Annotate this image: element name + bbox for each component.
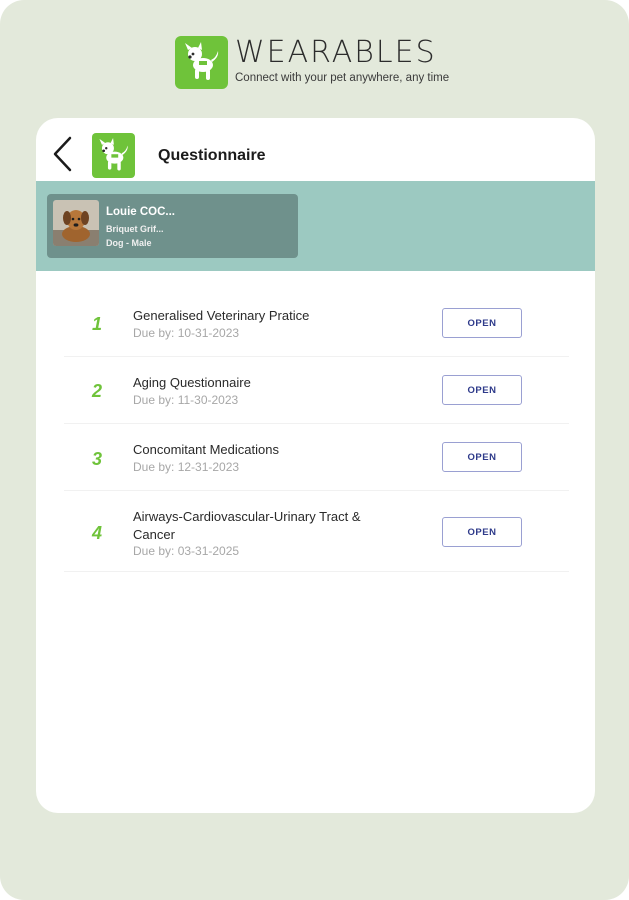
item-title: Airways-Cardiovascular-Urinary Tract & C… [133,509,361,542]
dog-logo-icon [185,42,219,80]
item-number: 2 [92,381,103,401]
questionnaire-card: Questionnaire Louie COC... Briquet Grif.… [36,118,595,813]
item-due-date: Due by: 12-31-2023 [133,460,240,474]
brand-tagline: Connect with your pet anywhere, any time [235,72,450,84]
open-button[interactable]: OPEN [442,442,522,472]
item-number: 1 [92,314,103,334]
list-item: 1 Generalised Veterinary Pratice Due by:… [64,290,569,357]
item-title: Aging Questionnaire [133,375,251,390]
pet-breed: Briquet Grif... [106,224,164,234]
brand-header: WEARABLES Connect with your pet anywhere… [175,36,475,92]
app-logo [92,133,135,178]
dog-logo-icon [99,138,128,171]
list-item: 4 Airways-Cardiovascular-Urinary Tract &… [64,491,569,572]
pet-species-sex: Dog - Male [106,238,152,248]
pet-card[interactable]: Louie COC... Briquet Grif... Dog - Male [47,194,298,258]
app-frame: WEARABLES Connect with your pet anywhere… [0,0,629,900]
brand-logo [175,36,228,89]
top-bar: Questionnaire [36,118,595,181]
item-number: 3 [92,449,103,469]
open-button[interactable]: OPEN [442,308,522,338]
list-item: 3 Concomitant Medications Due by: 12-31-… [64,424,569,491]
pet-name: Louie COC... [106,206,175,218]
item-due-date: Due by: 10-31-2023 [133,326,240,340]
item-number: 4 [92,523,103,543]
open-button[interactable]: OPEN [442,375,522,405]
item-due-date: Due by: 11-30-2023 [133,393,239,407]
pet-banner: Louie COC... Briquet Grif... Dog - Male [36,181,595,271]
chevron-left-icon [53,136,72,172]
item-title: Concomitant Medications [133,442,279,457]
pet-avatar [53,200,99,246]
item-due-date: Due by: 03-31-2025 [133,544,240,558]
dog-photo-icon [53,200,99,246]
item-title: Generalised Veterinary Pratice [133,308,310,323]
open-button[interactable]: OPEN [442,517,522,547]
brand-name: WEARABLES [235,35,437,70]
back-button[interactable] [50,136,76,172]
page-title: Questionnaire [158,147,266,164]
list-item: 2 Aging Questionnaire Due by: 11-30-2023… [64,357,569,424]
